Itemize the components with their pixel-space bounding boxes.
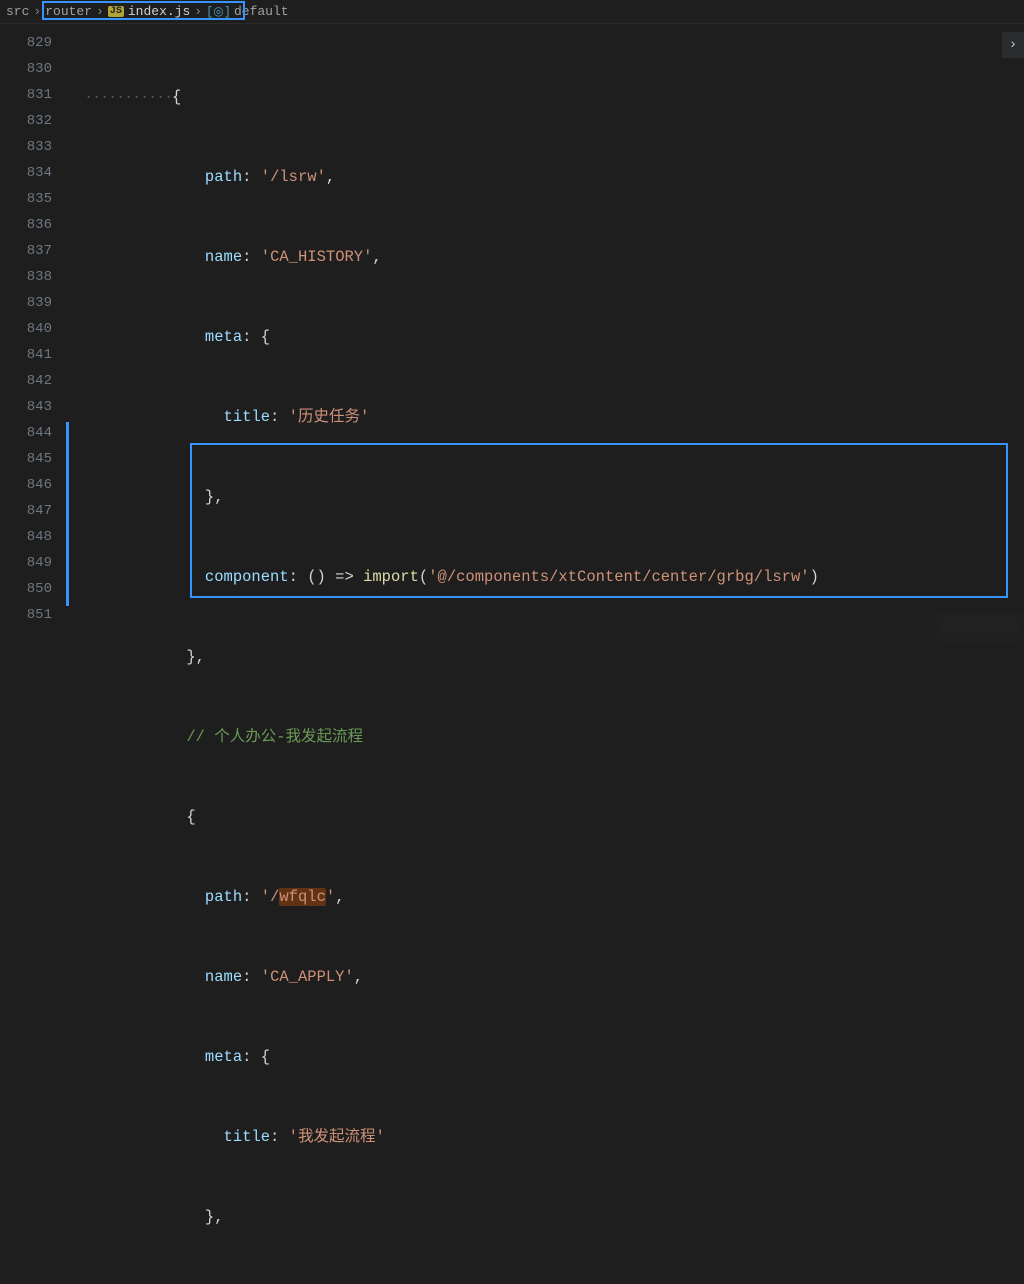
minimap[interactable] <box>936 612 1024 642</box>
code-line[interactable]: name: 'CA_APPLY', <box>70 964 1024 990</box>
breadcrumb: src › router › JS index.js › [◎] default <box>0 0 1024 24</box>
line-number: 837 <box>0 238 70 264</box>
chevron-right-icon: › <box>194 4 202 19</box>
collapse-panel-button[interactable]: › <box>1002 32 1024 58</box>
line-number: 841 <box>0 342 70 368</box>
code-editor[interactable]: 829 830 831 832 833 834 835 836 837 838 … <box>0 24 1024 642</box>
line-number: 831 <box>0 82 70 108</box>
line-number: 848 <box>0 524 70 550</box>
line-number: 846 <box>0 472 70 498</box>
crumb-symbol[interactable]: default <box>234 4 289 19</box>
code-line[interactable]: title: '我发起流程' <box>70 1124 1024 1150</box>
line-number: 836 <box>0 212 70 238</box>
line-number: 833 <box>0 134 70 160</box>
crumb-src[interactable]: src <box>6 4 29 19</box>
line-number: 849 <box>0 550 70 576</box>
code-line[interactable]: title: '历史任务' <box>70 404 1024 430</box>
gutter-modified-indicator <box>66 422 69 606</box>
code-line[interactable]: }, <box>70 644 1024 670</box>
code-line[interactable]: ···········{ <box>70 84 1024 110</box>
line-number: 830 <box>0 56 70 82</box>
line-number: 839 <box>0 290 70 316</box>
chevron-right-icon: › <box>33 4 41 19</box>
line-number: 847 <box>0 498 70 524</box>
code-line[interactable]: // 个人办公-我发起流程 <box>70 724 1024 750</box>
code-line[interactable]: }, <box>70 1204 1024 1230</box>
code-line[interactable]: meta: { <box>70 1044 1024 1070</box>
chevron-right-icon: › <box>1009 37 1017 53</box>
line-number: 843 <box>0 394 70 420</box>
code-area[interactable]: ···········{ path: '/lsrw', name: 'CA_HI… <box>70 24 1024 642</box>
line-number-gutter: 829 830 831 832 833 834 835 836 837 838 … <box>0 24 70 642</box>
line-number: 832 <box>0 108 70 134</box>
code-line[interactable]: }, <box>70 484 1024 510</box>
line-number: 840 <box>0 316 70 342</box>
symbol-icon: [◎] <box>206 4 231 19</box>
line-number: 845 <box>0 446 70 472</box>
code-line[interactable]: component: () => import('@/components/xt… <box>70 564 1024 590</box>
line-number: 850 <box>0 576 70 602</box>
line-number: 842 <box>0 368 70 394</box>
code-line[interactable]: name: 'CA_HISTORY', <box>70 244 1024 270</box>
line-number: 838 <box>0 264 70 290</box>
chevron-right-icon: › <box>96 4 104 19</box>
code-line[interactable]: meta: { <box>70 324 1024 350</box>
crumb-router[interactable]: router <box>45 4 92 19</box>
line-number: 829 <box>0 30 70 56</box>
js-file-icon: JS <box>108 6 124 17</box>
line-number: 835 <box>0 186 70 212</box>
code-line[interactable]: path: '/lsrw', <box>70 164 1024 190</box>
line-number: 844 <box>0 420 70 446</box>
code-line[interactable]: path: '/wfqlc', <box>70 884 1024 910</box>
code-line[interactable]: { <box>70 804 1024 830</box>
line-number: 851 <box>0 602 70 628</box>
line-number: 834 <box>0 160 70 186</box>
crumb-file[interactable]: index.js <box>128 4 190 19</box>
